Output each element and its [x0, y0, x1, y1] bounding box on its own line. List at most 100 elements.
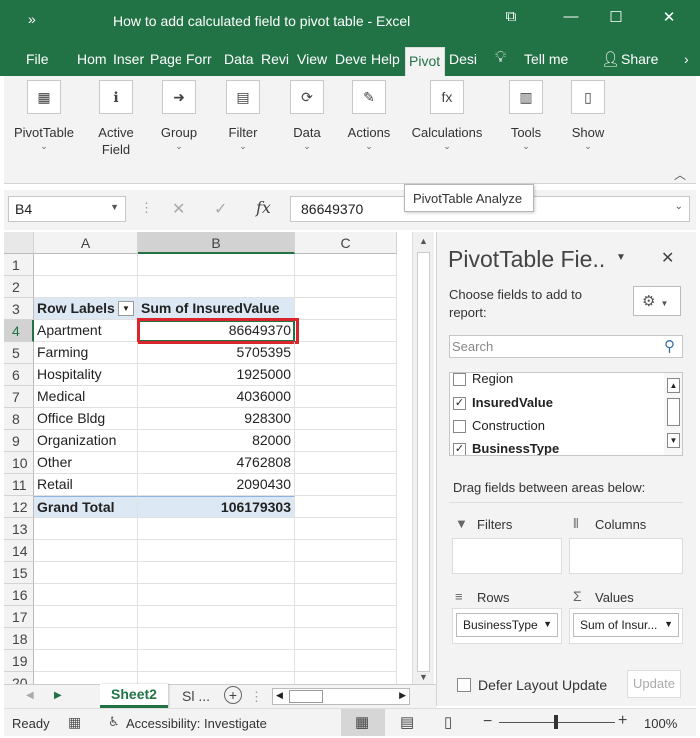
scroll-up-icon[interactable]: ▲ [419, 236, 428, 246]
prev-sheet-icon[interactable]: ◀ [26, 690, 34, 701]
grid-cell[interactable] [138, 540, 295, 562]
grid-cell[interactable] [34, 628, 138, 650]
pivot-label-cell[interactable]: Office Bldg [34, 408, 138, 430]
grand-total-value[interactable]: 106179303 [138, 496, 295, 518]
values-field-dropdown[interactable]: Sum of Insur... ▼ [573, 613, 679, 637]
page-break-view-icon[interactable]: ▯ [444, 713, 452, 731]
scroll-thumb[interactable] [289, 690, 323, 703]
select-all-corner[interactable] [4, 232, 34, 254]
defer-layout-checkbox[interactable] [457, 678, 471, 692]
scroll-down-icon[interactable]: ▼ [667, 433, 680, 448]
group-button[interactable]: ➜ Group ⌄ [154, 80, 204, 152]
pivot-label-cell[interactable]: Hospitality [34, 364, 138, 386]
column-header-a[interactable]: A [34, 232, 138, 254]
field-item[interactable]: ✓ InsuredValue [450, 393, 660, 413]
sheet-tab-next[interactable]: Sl ... [182, 688, 210, 704]
field-item[interactable]: Construction [450, 416, 660, 436]
pivot-value-cell[interactable]: 4762808 [138, 452, 295, 474]
zoom-out-icon[interactable]: − [483, 713, 492, 731]
grid-cell[interactable] [295, 606, 397, 628]
row-header[interactable]: 9 [4, 430, 34, 452]
page-layout-view-icon[interactable]: ▤ [400, 713, 414, 731]
grid-cell[interactable] [295, 320, 397, 342]
grid-cell[interactable] [138, 650, 295, 672]
row-header[interactable]: 15 [4, 562, 34, 584]
tab-insert[interactable]: Inser [113, 51, 145, 73]
tab-view[interactable]: View [297, 51, 329, 73]
row-labels-header[interactable]: Row Labels ▼ [34, 298, 138, 320]
zoom-in-icon[interactable]: + [618, 712, 627, 730]
grid-cell[interactable] [295, 430, 397, 452]
active-field-button[interactable]: ℹ Active Field [90, 80, 142, 158]
update-button[interactable]: Update [627, 670, 681, 698]
filter-dropdown-icon[interactable]: ▼ [118, 301, 134, 316]
tab-data[interactable]: Data [224, 51, 255, 73]
grid-cell[interactable] [138, 606, 295, 628]
vertical-scrollbar[interactable]: ▲ ▼ [412, 232, 434, 684]
grid-cell[interactable] [295, 474, 397, 496]
grid-cell[interactable] [295, 628, 397, 650]
horizontal-scrollbar[interactable]: ◀ ▶ [272, 688, 410, 705]
quick-access-icon[interactable]: » [28, 11, 36, 27]
chevron-right-icon[interactable]: › [684, 51, 689, 67]
pivot-label-cell[interactable]: Medical [34, 386, 138, 408]
field-search-input[interactable]: Search ⚲ [449, 335, 683, 358]
field-checkbox-checked[interactable]: ✓ [453, 397, 466, 410]
rows-field-dropdown[interactable]: BusinessType ▼ [456, 613, 558, 637]
row-header[interactable]: 16 [4, 584, 34, 606]
ribbon-display-icon[interactable]: ⧉ [496, 8, 526, 25]
grid-cell[interactable] [138, 628, 295, 650]
chevron-down-icon[interactable]: ▼ [110, 202, 119, 212]
grid-cell[interactable] [34, 584, 138, 606]
field-list[interactable]: Region ✓ InsuredValue Construction ✓ Busin… [449, 372, 683, 456]
field-item[interactable]: Region [450, 373, 660, 389]
scroll-down-icon[interactable]: ▼ [419, 672, 428, 682]
row-header[interactable]: 7 [4, 386, 34, 408]
grid-cell[interactable] [295, 408, 397, 430]
person-icon[interactable]: 👤︎ [601, 50, 620, 68]
row-header[interactable]: 6 [4, 364, 34, 386]
grid-cell[interactable] [295, 386, 397, 408]
pivot-value-cell[interactable]: 928300 [138, 408, 295, 430]
worksheet-grid[interactable]: A B C Row Labels ▼ Sum of InsuredValue Ap… [4, 232, 412, 684]
scroll-up-icon[interactable]: ▲ [667, 378, 680, 393]
pivot-label-cell[interactable]: Other [34, 452, 138, 474]
share-button[interactable]: Share [621, 51, 658, 73]
actions-button[interactable]: ✎ Actions ⌄ [342, 80, 396, 152]
scroll-thumb[interactable] [417, 252, 430, 672]
column-header-b[interactable]: B [138, 232, 295, 254]
grid-cell[interactable] [295, 518, 397, 540]
row-header[interactable]: 19 [4, 650, 34, 672]
grid-cell[interactable] [295, 672, 397, 684]
pivot-value-cell[interactable]: 5705395 [138, 342, 295, 364]
accessibility-status[interactable]: Accessibility: Investigate [126, 716, 267, 731]
row-header[interactable]: 13 [4, 518, 34, 540]
sheet-tab-sheet2[interactable]: Sheet2 [100, 684, 168, 708]
tab-file[interactable]: File [26, 51, 49, 73]
grid-cell[interactable] [138, 276, 295, 298]
tab-review[interactable]: Revi [261, 51, 292, 73]
lightbulb-icon[interactable]: 💡︎ [495, 49, 506, 67]
grid-cell[interactable] [34, 650, 138, 672]
row-header[interactable]: 3 [4, 298, 34, 320]
column-header-c[interactable]: C [295, 232, 397, 254]
grid-cell[interactable] [34, 672, 138, 684]
filters-drop-area[interactable] [452, 538, 562, 574]
field-checkbox-checked[interactable]: ✓ [453, 443, 466, 455]
grid-cell[interactable] [295, 584, 397, 606]
insert-function-icon[interactable]: fx [256, 198, 271, 217]
data-button[interactable]: ⟳ Data ⌄ [282, 80, 332, 152]
row-header[interactable]: 4 [4, 320, 34, 342]
grid-cell[interactable] [295, 562, 397, 584]
collapse-ribbon-icon[interactable]: ︿ [674, 166, 686, 183]
grid-cell[interactable] [138, 584, 295, 606]
tab-help[interactable]: Help [371, 51, 403, 73]
grid-cell[interactable] [138, 518, 295, 540]
scroll-right-icon[interactable]: ▶ [399, 690, 406, 701]
row-header[interactable]: 17 [4, 606, 34, 628]
grid-cell[interactable] [34, 540, 138, 562]
grid-cell[interactable] [138, 672, 295, 684]
scroll-thumb[interactable] [667, 398, 680, 426]
tab-design[interactable]: Desi [449, 51, 481, 73]
pivottable-button[interactable]: ▦ PivotTable ⌄ [10, 80, 78, 152]
